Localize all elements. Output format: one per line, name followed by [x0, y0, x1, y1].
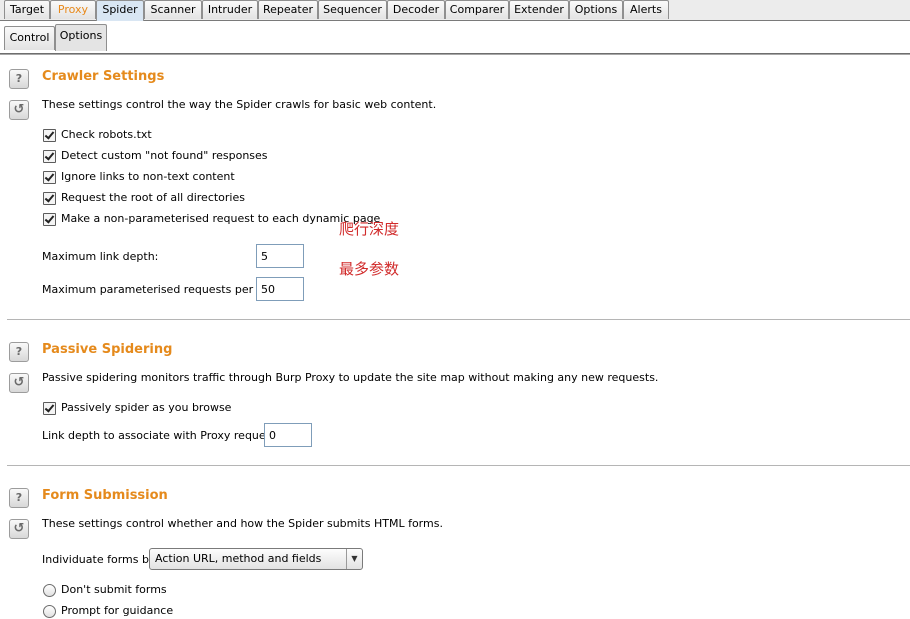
- checkbox-label: Request the root of all directories: [61, 191, 245, 204]
- tab-sequencer[interactable]: Sequencer: [318, 0, 387, 19]
- help-icon[interactable]: ?: [9, 69, 29, 89]
- radio-unselected-icon[interactable]: [43, 605, 56, 618]
- checkbox-checked-icon[interactable]: [43, 213, 56, 226]
- checkbox-checked-icon[interactable]: [43, 192, 56, 205]
- crawler-settings-title: Crawler Settings: [42, 69, 165, 84]
- max-param-requests-label: Maximum parameterised requests per URL:: [42, 283, 283, 296]
- radio-unselected-icon[interactable]: [43, 584, 56, 597]
- main-tab-bar: Target Proxy Spider Scanner Intruder Rep…: [0, 0, 910, 21]
- checkbox-label: Make a non-parameterised request to each…: [61, 212, 381, 225]
- dropdown-value: Action URL, method and fields: [155, 552, 322, 565]
- proxy-link-depth-label: Link depth to associate with Proxy reque…: [42, 429, 286, 442]
- tab-target[interactable]: Target: [4, 0, 50, 19]
- reset-icon[interactable]: ↺: [9, 373, 29, 393]
- annotation-crawl-depth: 爬行深度: [339, 220, 400, 238]
- radio-label: Prompt for guidance: [61, 604, 174, 617]
- checkbox-label: Passively spider as you browse: [61, 401, 232, 414]
- tab-proxy[interactable]: Proxy: [50, 0, 96, 19]
- tab-spider[interactable]: Spider: [96, 0, 144, 21]
- proxy-link-depth-input[interactable]: [264, 423, 312, 447]
- checkbox-checked-icon[interactable]: [43, 129, 56, 142]
- individuate-forms-dropdown[interactable]: Action URL, method and fields ▼: [149, 548, 363, 570]
- help-icon[interactable]: ?: [9, 342, 29, 362]
- tab-spider-options[interactable]: Options: [55, 24, 107, 51]
- tab-scanner[interactable]: Scanner: [144, 0, 202, 19]
- chevron-down-icon[interactable]: ▼: [346, 549, 362, 569]
- reset-icon[interactable]: ↺: [9, 100, 29, 120]
- checkbox-checked-icon[interactable]: [43, 171, 56, 184]
- spider-sub-tab-bar: Control Options: [0, 21, 910, 55]
- tab-repeater[interactable]: Repeater: [258, 0, 318, 19]
- checkbox-label: Ignore links to non-text content: [61, 170, 235, 183]
- section-divider: [7, 319, 910, 320]
- tab-alerts[interactable]: Alerts: [623, 0, 669, 19]
- divider: [0, 54, 910, 55]
- checkbox-checked-icon[interactable]: [43, 150, 56, 163]
- tab-comparer[interactable]: Comparer: [445, 0, 509, 19]
- crawler-settings-description: These settings control the way the Spide…: [42, 98, 437, 111]
- checkbox-checked-icon[interactable]: [43, 402, 56, 415]
- passive-spidering-description: Passive spidering monitors traffic throu…: [42, 371, 659, 384]
- individuate-forms-label: Individuate forms by:: [42, 553, 159, 566]
- max-link-depth-label: Maximum link depth:: [42, 250, 159, 263]
- reset-icon[interactable]: ↺: [9, 519, 29, 539]
- section-divider: [7, 465, 910, 466]
- tab-intruder[interactable]: Intruder: [202, 0, 258, 19]
- checkbox-label: Detect custom "not found" responses: [61, 149, 268, 162]
- max-link-depth-input[interactable]: [256, 244, 304, 268]
- tab-control[interactable]: Control: [4, 26, 55, 50]
- annotation-max-params: 最多参数: [339, 260, 400, 278]
- passive-spidering-title: Passive Spidering: [42, 342, 173, 357]
- max-param-requests-input[interactable]: [256, 277, 304, 301]
- help-icon[interactable]: ?: [9, 488, 29, 508]
- radio-label: Don't submit forms: [61, 583, 167, 596]
- tab-decoder[interactable]: Decoder: [387, 0, 445, 19]
- tab-options[interactable]: Options: [569, 0, 623, 19]
- form-submission-title: Form Submission: [42, 488, 168, 503]
- checkbox-label: Check robots.txt: [61, 128, 152, 141]
- tab-extender[interactable]: Extender: [509, 0, 569, 19]
- form-submission-description: These settings control whether and how t…: [42, 517, 443, 530]
